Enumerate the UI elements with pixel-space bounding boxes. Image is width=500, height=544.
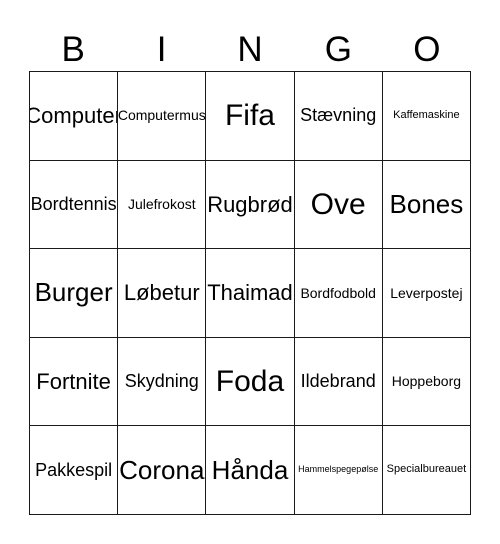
bingo-cell[interactable]: Hoppeborg xyxy=(382,337,471,427)
bingo-cell[interactable]: Thaimad xyxy=(206,249,295,338)
bingo-cell[interactable]: Bordfodbold xyxy=(294,249,383,338)
bingo-cell-label: Pakkespil xyxy=(35,459,113,480)
bingo-cell[interactable]: Leverpostej xyxy=(382,249,471,338)
bingo-header-letter-n: N xyxy=(237,30,263,69)
bingo-cell[interactable]: Stævning xyxy=(294,72,383,161)
bingo-cell-label: Computer xyxy=(30,103,119,129)
bingo-cell-label: Bones xyxy=(389,188,464,219)
bingo-cell-label: Skydning xyxy=(124,371,199,392)
bingo-cell[interactable]: Computermus xyxy=(118,72,207,161)
bingo-cell[interactable]: Rugbrød xyxy=(206,160,295,250)
bingo-header-letter-b: B xyxy=(61,30,85,69)
bingo-cell-label: Leverpostej xyxy=(390,284,463,301)
bingo-grid: Computer Computermus Fifa Stævning Kaffe… xyxy=(29,71,471,515)
bingo-cell[interactable]: Burger xyxy=(30,249,119,338)
bingo-cell-label: Rugbrød xyxy=(207,191,293,217)
bingo-cell[interactable]: Ove xyxy=(294,160,383,250)
bingo-cell[interactable]: Skydning xyxy=(118,337,207,427)
bingo-cell-label: Ildebrand xyxy=(300,371,376,392)
bingo-cell-label: Hånda xyxy=(211,454,289,485)
bingo-cell[interactable]: Hammelspegepølse xyxy=(294,426,383,515)
bingo-cell-label: Bordtennis xyxy=(30,193,117,214)
bingo-cell-label: Hoppeborg xyxy=(391,373,462,390)
bingo-cell[interactable]: Foda xyxy=(206,337,295,427)
bingo-cell[interactable]: Bones xyxy=(382,160,471,250)
bingo-cell[interactable]: Julefrokost xyxy=(118,160,207,250)
bingo-header-letter-g: G xyxy=(324,30,353,69)
bingo-header-row: B I N G O xyxy=(29,14,471,70)
bingo-cell-label: Thaimad xyxy=(207,280,293,306)
bingo-cell[interactable]: Computer xyxy=(30,72,119,161)
bingo-cell-label: Fortnite xyxy=(36,369,111,395)
bingo-cell-label: Ove xyxy=(310,187,366,221)
bingo-cell-label: Bordfodbold xyxy=(300,284,376,301)
bingo-cell-label: Computermus xyxy=(118,107,206,124)
bingo-card: B I N G O Computer Computermus Fifa Stæv… xyxy=(0,0,500,544)
bingo-header-letter-o: O xyxy=(413,30,441,69)
bingo-cell-label: Løbetur xyxy=(123,280,200,306)
bingo-cell-label: Specialbureauet xyxy=(386,463,467,476)
bingo-cell-label: Foda xyxy=(215,364,285,398)
bingo-cell-label: Fifa xyxy=(224,99,275,133)
bingo-cell-label: Julefrokost xyxy=(127,196,196,213)
bingo-cell[interactable]: Bordtennis xyxy=(30,160,119,250)
bingo-cell[interactable]: Fortnite xyxy=(30,337,119,427)
bingo-cell[interactable]: Pakkespil xyxy=(30,426,119,515)
bingo-cell[interactable]: Hånda xyxy=(206,426,295,515)
bingo-header-letter-i: I xyxy=(156,30,167,69)
bingo-cell-label: Kaffemaskine xyxy=(393,109,460,122)
bingo-cell[interactable]: Specialbureauet xyxy=(382,426,471,515)
bingo-cell[interactable]: Ildebrand xyxy=(294,337,383,427)
bingo-cell[interactable]: Løbetur xyxy=(118,249,207,338)
bingo-cell-label: Hammelspegepølse xyxy=(298,464,379,475)
bingo-cell[interactable]: Fifa xyxy=(206,72,295,161)
bingo-cell[interactable]: Kaffemaskine xyxy=(382,72,471,161)
bingo-cell-label: Stævning xyxy=(300,105,377,126)
bingo-cell-label: Burger xyxy=(34,277,113,308)
bingo-cell-label: Corona xyxy=(119,454,205,485)
bingo-cell[interactable]: Corona xyxy=(118,426,207,515)
